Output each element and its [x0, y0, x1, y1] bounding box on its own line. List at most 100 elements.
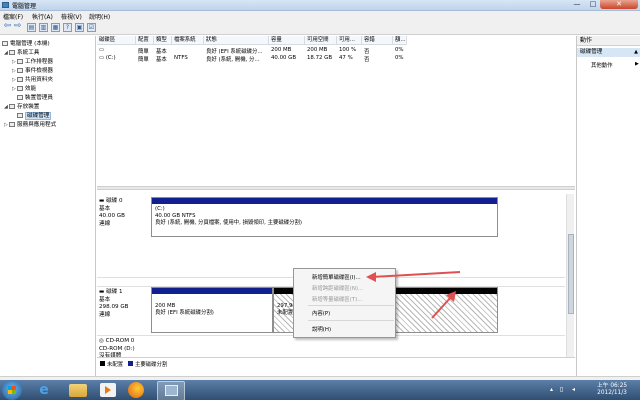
legend-swatch-unallocated: [100, 361, 105, 366]
table-cell: 良好 (EFI 系統磁碟分...: [206, 49, 263, 55]
firefox-icon[interactable]: [128, 382, 144, 398]
disk-1-info[interactable]: ▬ 磁碟 1 基本 298.09 GB 連線: [99, 289, 149, 319]
menu-item-new-striped-volume[interactable]: 新增等量磁碟區(T)...: [312, 295, 362, 303]
toolbar: ⇦ ⇨ ▤ ▥ ▦ ? ▣ ☑: [0, 21, 640, 35]
help-icon[interactable]: ?: [63, 23, 72, 32]
up-folder-icon[interactable]: ▤: [27, 23, 36, 32]
file-explorer-icon[interactable]: [69, 384, 87, 397]
minimize-button[interactable]: —: [568, 0, 586, 9]
table-cell: NTFS: [174, 55, 188, 61]
menu-view[interactable]: 檢視(V): [61, 12, 82, 21]
actions-pane: 動作 磁碟管理 ▲ 其他動作 ▶: [576, 36, 640, 376]
column-header-layout[interactable]: 配置: [136, 36, 154, 45]
legend-label-primary: 主要磁碟分割: [135, 362, 168, 368]
column-header-type[interactable]: 類型: [154, 36, 172, 45]
legend: 未配置 主要磁碟分割: [97, 357, 575, 368]
table-cell: 200 MB: [307, 47, 328, 53]
column-header-free-space[interactable]: 可用空間: [305, 36, 337, 45]
computer-icon: [2, 41, 8, 46]
tree-item-device-manager[interactable]: 裝置管理員: [12, 93, 53, 101]
arrow-head-icon: [366, 272, 376, 282]
show-hide-tree-icon[interactable]: ▥: [39, 23, 48, 32]
tree-item-performance[interactable]: ▷ 效能: [12, 84, 36, 92]
tray-volume-icon[interactable]: ◂: [570, 386, 577, 393]
disk-0-info[interactable]: ▬ 磁碟 0 基本 40.00 GB 連線: [99, 198, 149, 228]
partition-c[interactable]: (C:) 40.00 GB NTFS 良好 (系統, 開機, 分頁檔案, 使用中…: [151, 197, 498, 237]
column-header-capacity[interactable]: 容量: [269, 36, 305, 45]
column-header-filesystem[interactable]: 檔案系統: [172, 36, 204, 45]
tree-item-storage[interactable]: ◢ 存放裝置: [4, 102, 39, 110]
menu-item-properties[interactable]: 內容(P): [312, 309, 330, 317]
performance-icon: [17, 86, 23, 91]
collapse-arrow-icon[interactable]: ▲: [634, 48, 638, 57]
pane-splitter[interactable]: [97, 186, 575, 190]
partition-efi[interactable]: 200 MB 良好 (EFI 系統磁碟分割): [151, 287, 273, 333]
table-cell: 簡單: [138, 49, 149, 55]
table-cell: 40.00 GB: [271, 55, 297, 61]
tree-item-shared-folders[interactable]: ▷ 共用資料夾: [12, 75, 53, 83]
table-cell: 100 %: [339, 47, 357, 53]
internet-explorer-icon[interactable]: e: [32, 382, 56, 398]
actions-section-disk-management[interactable]: 磁碟管理 ▲: [577, 48, 640, 57]
properties-icon[interactable]: ▦: [51, 23, 60, 32]
navigation-tree: 電腦管理 (本機) ◢ 系統工具 ▷ 工作排程器 ▷ 事件檢視器 ▷ 共用資料夾 ▷ 效能…: [0, 36, 96, 376]
menu-action[interactable]: 執行(A): [32, 12, 53, 21]
storage-icon: [9, 104, 15, 109]
table-cell: 200 MB: [271, 47, 292, 53]
maximize-button[interactable]: □: [586, 0, 600, 9]
tree-item-task-scheduler[interactable]: ▷ 工作排程器: [12, 57, 53, 65]
column-header-fault-tolerance[interactable]: 容錯: [362, 36, 393, 45]
arrow-to-menu: [371, 271, 461, 278]
menu-bar: 檔案(F) 執行(A) 檢視(V) 說明(H): [0, 11, 640, 21]
legend-swatch-primary: [128, 361, 133, 366]
cdrom-icon: ◎: [99, 338, 106, 344]
menu-item-new-simple-volume[interactable]: 新增簡單磁碟區(I)...: [312, 273, 361, 281]
tray-network-icon[interactable]: ▯: [558, 386, 565, 393]
column-header-volume[interactable]: 磁碟區: [97, 36, 136, 45]
volume-icon: ▭: [99, 47, 105, 53]
services-icon: [9, 122, 15, 127]
table-row[interactable]: ▭: [99, 47, 104, 53]
column-header-percent-free[interactable]: 可用...: [337, 36, 362, 45]
tree-item-computer-management[interactable]: 電腦管理 (本機): [2, 39, 50, 47]
tray-show-hidden-icon[interactable]: ▴: [548, 386, 555, 393]
tree-item-disk-management[interactable]: 磁碟管理: [12, 111, 52, 120]
taskbar: e ▴ ▯ ◂ 上午 06:25 2012/11/3: [0, 380, 640, 401]
table-cell: 0%: [395, 55, 404, 61]
menu-item-help[interactable]: 說明(H): [312, 325, 331, 333]
folder-icon: [17, 77, 23, 82]
device-icon: [17, 95, 23, 100]
column-header-status[interactable]: 狀態: [204, 36, 269, 45]
settings-icon[interactable]: ☑: [87, 23, 96, 32]
tree-item-services-applications[interactable]: ▷ 服務與應用程式: [4, 120, 56, 128]
start-button[interactable]: [2, 380, 22, 400]
volume-list: 磁碟區 配置 類型 檔案系統 狀態 容量 可用空間 可用... 容錯 額... …: [97, 36, 575, 186]
menu-help[interactable]: 說明(H): [89, 12, 110, 21]
tree-item-event-viewer[interactable]: ▷ 事件檢視器: [12, 66, 53, 74]
action-more-actions[interactable]: 其他動作 ▶: [591, 61, 639, 69]
back-icon[interactable]: ⇦: [3, 22, 12, 32]
volume-icon: ▭: [99, 55, 106, 61]
table-cell: 基本: [156, 57, 167, 63]
forward-icon[interactable]: ⇨: [13, 22, 22, 32]
cdrom-0-row: ◎ CD-ROM 0 CD-ROM (D:) 沒有媒體: [97, 338, 565, 359]
disk-view-scrollbar[interactable]: [566, 194, 574, 362]
tree-item-system-tools[interactable]: ◢ 系統工具: [4, 48, 39, 56]
scroll-thumb[interactable]: [568, 234, 574, 314]
table-cell: 簡單: [138, 57, 149, 63]
chevron-right-icon: ▶: [635, 61, 639, 67]
window-title: 電腦管理: [12, 3, 37, 10]
close-button[interactable]: ✕: [600, 0, 638, 9]
table-row[interactable]: ▭ (C:): [99, 55, 116, 61]
menu-item-new-spanned-volume[interactable]: 新增跨距磁碟區(N)...: [312, 284, 363, 292]
column-header-overhead[interactable]: 額...: [393, 36, 407, 45]
view-list-icon[interactable]: ▣: [75, 23, 84, 32]
clock[interactable]: 上午 06:25 2012/11/3: [588, 383, 636, 397]
windows-logo-icon: [8, 386, 16, 394]
computer-management-taskbar-button[interactable]: [157, 381, 185, 401]
menu-file[interactable]: 檔案(F): [3, 12, 23, 21]
table-cell: 47 %: [339, 55, 353, 61]
disk-icon: [17, 113, 23, 118]
media-player-icon[interactable]: [100, 383, 116, 397]
legend-label-unallocated: 未配置: [107, 362, 124, 368]
